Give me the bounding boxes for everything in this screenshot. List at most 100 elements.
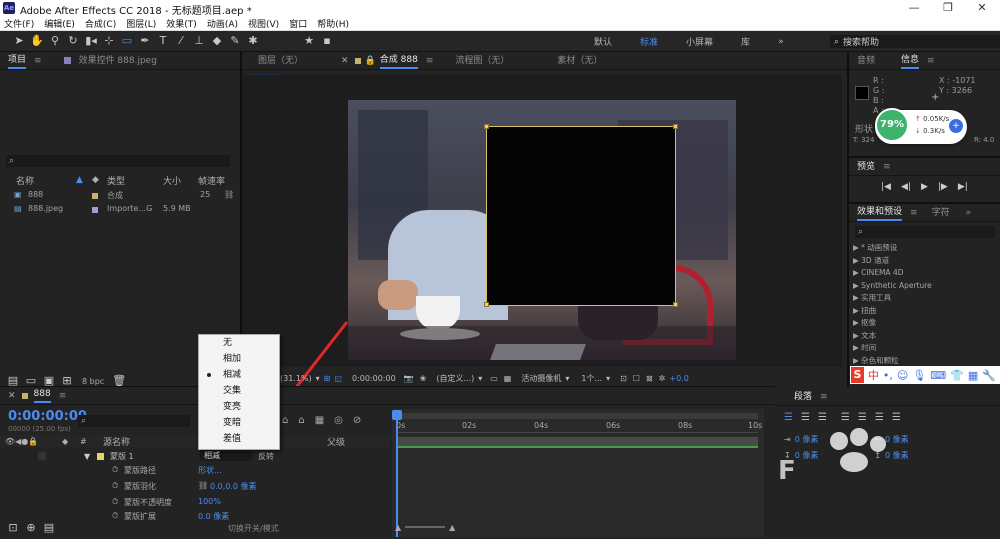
playhead-handle[interactable] — [392, 410, 402, 420]
tab-flowchart[interactable]: 流程图（无） — [455, 53, 509, 68]
justify-right-icon[interactable]: ☰ — [875, 412, 884, 423]
timeline-tracks[interactable]: 0s 02s 04s 06s 08s 10s — [392, 409, 764, 537]
snap-icon[interactable]: ▪ — [320, 34, 334, 48]
ime-language[interactable]: 中 — [868, 367, 879, 383]
menu-layer[interactable]: 图层(L) — [126, 17, 156, 30]
tab-effects-presets[interactable]: 效果和预设 — [857, 204, 903, 221]
tab-project[interactable]: 项目 — [8, 52, 27, 69]
mask-vertex-handle[interactable] — [484, 302, 489, 307]
effect-category[interactable]: ▶ CINEMA 4D — [853, 267, 996, 280]
tab-info[interactable]: 信息 — [901, 52, 920, 69]
col-source-name[interactable]: 源名称 — [103, 435, 130, 448]
toggle-switches-modes[interactable]: 切换开关/模式 — [228, 523, 279, 534]
effects-search-input[interactable]: ⌕ — [855, 226, 995, 238]
close-tab-icon[interactable]: ✕ — [8, 391, 16, 401]
mode-option-none[interactable]: 无 — [199, 335, 279, 351]
col-size[interactable]: 大小 — [163, 174, 181, 187]
space-after-value[interactable]: 0 像素 — [885, 450, 909, 461]
zoom-value[interactable]: (31.1%) — [280, 374, 312, 383]
tab-footage[interactable]: 素材（无） — [557, 53, 602, 68]
stopwatch-icon[interactable]: ⏱ — [112, 465, 118, 475]
flowchart-icon[interactable]: ⛓ — [224, 190, 234, 199]
camera-select[interactable]: 活动摄像机 — [521, 373, 561, 384]
settings-icon[interactable]: 🔧 — [982, 369, 996, 382]
mask-opacity-value[interactable]: 100% — [198, 497, 221, 506]
type-tool-icon[interactable]: T — [156, 34, 170, 48]
mode-option-difference[interactable]: 差值 — [199, 431, 279, 447]
draft-3d-icon[interactable]: ⌂ — [282, 415, 288, 426]
stopwatch-icon[interactable]: ⏱ — [112, 481, 118, 491]
next-frame-icon[interactable]: |▶ — [938, 182, 948, 192]
close-tab-icon[interactable]: ✕ — [341, 56, 349, 66]
brush-tool-icon[interactable]: ⁄ — [174, 34, 188, 48]
zoom-tool-icon[interactable]: ⚲ — [48, 34, 62, 48]
menu-icon[interactable]: ≡ — [883, 162, 891, 172]
align-right-icon[interactable]: ☰ — [818, 412, 827, 423]
exposure-value[interactable]: +0.0 — [669, 374, 688, 383]
mask-color-icon[interactable] — [97, 452, 104, 460]
ime-toolbar[interactable]: S 中 •, ☺ 🎙 ⌨ 👕 ▦ 🔧 — [850, 366, 1000, 384]
clone-stamp-tool-icon[interactable]: ⊥ — [192, 34, 206, 48]
justify-center-icon[interactable]: ☰ — [858, 412, 867, 423]
voice-icon[interactable]: 🎙 — [912, 369, 926, 382]
chevron-down-icon[interactable]: ▾ — [478, 374, 482, 383]
bpc-label[interactable]: 8 bpc — [82, 377, 104, 386]
flowchart-icon[interactable]: ⊠ — [646, 374, 653, 383]
viewer-timecode[interactable]: 0:00:00:00 — [352, 374, 396, 383]
chevron-down-icon[interactable]: ▾ — [606, 374, 610, 383]
menu-icon[interactable]: ≡ — [426, 56, 434, 66]
mask-vertex-handle[interactable] — [673, 124, 678, 129]
views-select[interactable]: 1个... — [581, 373, 602, 384]
solo-toggle[interactable] — [38, 452, 46, 460]
graph-editor-icon[interactable]: ⊘ — [353, 415, 361, 426]
color-channels-icon[interactable]: ❀ — [420, 374, 427, 383]
minimize-icon[interactable]: — — [906, 1, 922, 14]
sogou-logo-icon[interactable]: S — [851, 367, 864, 383]
col-name[interactable]: 名称 — [16, 174, 34, 187]
punctuation-icon[interactable]: •, — [883, 369, 893, 382]
zoom-slider[interactable]: ▲ ▲ — [395, 521, 485, 533]
workspace-more-icon[interactable]: » — [778, 37, 784, 47]
menu-icon[interactable]: ≡ — [820, 392, 828, 402]
lock-icon[interactable]: 🔒 — [365, 56, 376, 66]
mode-option-intersect[interactable]: 交集 — [199, 383, 279, 399]
camera-tool-icon[interactable]: ▮◂ — [84, 34, 98, 48]
emoji-icon[interactable]: ☺ — [897, 369, 908, 382]
effect-category[interactable]: ▶ * 动画预设 — [853, 242, 996, 255]
mode-option-add[interactable]: 相加 — [199, 351, 279, 367]
keyboard-icon[interactable]: ⌨ — [930, 369, 946, 382]
work-area-bar[interactable] — [396, 413, 758, 419]
maximize-icon[interactable]: ❐ — [940, 1, 956, 14]
mode-option-darken[interactable]: 变暗 — [199, 415, 279, 431]
menu-icon[interactable]: ≡ — [910, 208, 918, 218]
invert-checkbox[interactable]: 反转 — [258, 451, 274, 462]
col-fps[interactable]: 帧速率 — [198, 174, 225, 187]
first-frame-icon[interactable]: |◀ — [881, 182, 891, 192]
shy-icon[interactable]: ⌂ — [298, 415, 304, 426]
effect-category[interactable]: ▶ 扭曲 — [853, 305, 996, 318]
workspace-default[interactable]: 默认 — [594, 35, 612, 48]
mode-option-lighten[interactable]: 变亮 — [199, 399, 279, 415]
last-frame-icon[interactable]: ▶| — [958, 182, 968, 192]
timeline-icon[interactable]: ☐ — [633, 374, 640, 383]
tab-paragraph[interactable]: 段落 — [794, 389, 812, 404]
menu-help[interactable]: 帮助(H) — [317, 17, 349, 30]
project-item-footage[interactable]: ▤ 888.jpeg Importe...G 5.9 MB — [0, 204, 240, 216]
apps-icon[interactable]: ▦ — [968, 369, 978, 382]
menu-icon[interactable]: ≡ — [59, 391, 67, 401]
menu-window[interactable]: 窗口 — [289, 17, 307, 30]
play-icon[interactable]: ▶ — [921, 182, 928, 192]
chevron-down-icon[interactable]: ▾ — [565, 374, 569, 383]
resolution-select[interactable]: (自定义...) — [436, 373, 474, 384]
frame-blend-icon[interactable]: ▦ — [315, 415, 324, 426]
timeline-search-input[interactable]: ⌕ — [78, 415, 190, 427]
skin-icon[interactable]: 👕 — [950, 369, 964, 382]
workspace-library[interactable]: 库 — [741, 35, 750, 48]
menu-view[interactable]: 视图(V) — [248, 17, 279, 30]
eraser-tool-icon[interactable]: ◆ — [210, 34, 224, 48]
space-before-value[interactable]: 0 像素 — [795, 450, 819, 461]
effect-category[interactable]: ▶ Synthetic Aperture — [853, 280, 996, 293]
justify-all-icon[interactable]: ☰ — [892, 412, 901, 423]
indent-right-value[interactable]: 0 像素 — [885, 434, 909, 445]
search-help-field[interactable]: ⌕ 搜索帮助 — [830, 35, 1000, 48]
